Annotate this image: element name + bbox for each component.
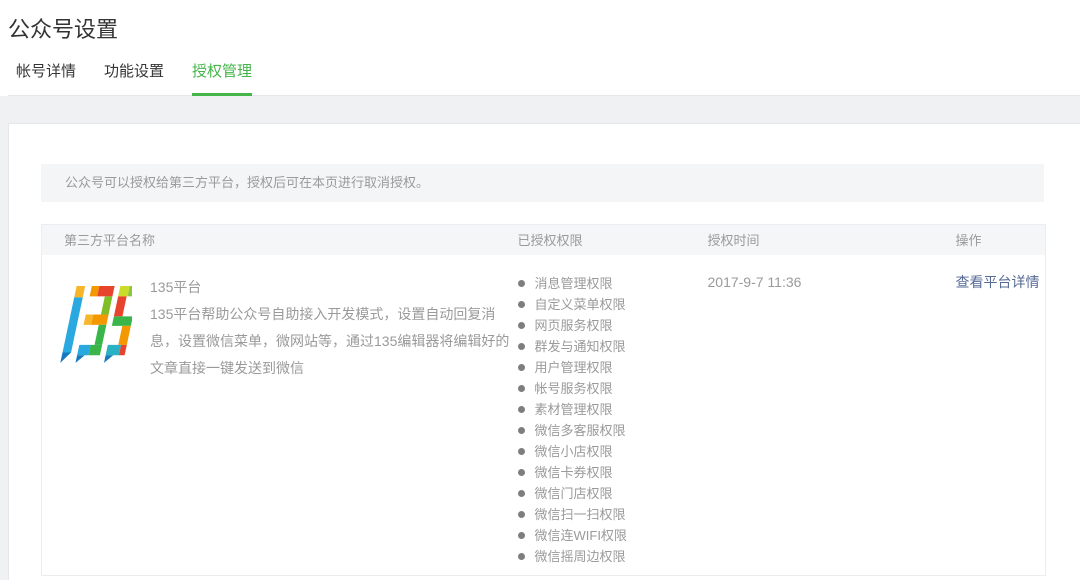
notice-bar: 公众号可以授权给第三方平台，授权后可在本页进行取消授权。 [41,164,1044,202]
platform-name: 135平台 [150,277,510,297]
permission-item: 微信连WIFI权限 [518,525,708,546]
col-header-platform-name: 第三方平台名称 [42,225,518,255]
platform-cell: 135平台 135平台帮助公众号自助接入开发模式，设置自动回复消息，设置微信菜单… [56,273,518,382]
permission-item: 微信卡券权限 [518,462,708,483]
page-title: 公众号设置 [8,15,1080,45]
permission-item: 微信门店权限 [518,483,708,504]
authorized-platforms-table: 第三方平台名称 已授权权限 授权时间 操作 [41,224,1046,576]
permission-item: 帐号服务权限 [518,378,708,399]
permission-item: 群发与通知权限 [518,336,708,357]
permission-list: 消息管理权限 自定义菜单权限 网页服务权限 群发与通知权限 用户管理权限 帐号服… [518,273,708,567]
platform-description: 135平台帮助公众号自助接入开发模式，设置自动回复消息，设置微信菜单，微网站等，… [150,301,510,382]
bullet-icon [518,406,525,413]
permission-item: 素材管理权限 [518,399,708,420]
permission-item: 消息管理权限 [518,273,708,294]
page-body: 公众号可以授权给第三方平台，授权后可在本页进行取消授权。 第三方平台名称 已授权… [0,96,1080,580]
tab-account-details[interactable]: 帐号详情 [16,62,76,95]
col-header-authorized-permissions: 已授权权限 [518,225,708,255]
permission-item: 微信摇周边权限 [518,546,708,567]
bullet-icon [518,511,525,518]
bullet-icon [518,532,525,539]
platform-135-logo-icon [56,278,132,368]
view-platform-details-link[interactable]: 查看平台详情 [956,273,1040,292]
col-header-auth-time: 授权时间 [708,225,948,255]
bullet-icon [518,280,525,287]
bullet-icon [518,322,525,329]
page-header: 公众号设置 帐号详情 功能设置 授权管理 [0,0,1080,96]
authorization-panel: 公众号可以授权给第三方平台，授权后可在本页进行取消授权。 第三方平台名称 已授权… [8,123,1080,580]
auth-time: 2017-9-7 11:36 [708,273,948,292]
tabbar: 帐号详情 功能设置 授权管理 [8,62,1080,96]
permission-item: 网页服务权限 [518,315,708,336]
permission-item: 用户管理权限 [518,357,708,378]
bullet-icon [518,364,525,371]
tab-function-settings[interactable]: 功能设置 [104,62,164,95]
col-header-actions: 操作 [948,225,1046,255]
bullet-icon [518,490,525,497]
bullet-icon [518,553,525,560]
table-row: 135平台 135平台帮助公众号自助接入开发模式，设置自动回复消息，设置微信菜单… [42,255,1046,576]
platform-text: 135平台 135平台帮助公众号自助接入开发模式，设置自动回复消息，设置微信菜单… [150,277,510,382]
bullet-icon [518,343,525,350]
permission-item: 微信多客服权限 [518,420,708,441]
tab-authorization-management[interactable]: 授权管理 [192,62,252,95]
bullet-icon [518,427,525,434]
bullet-icon [518,448,525,455]
permission-item: 自定义菜单权限 [518,294,708,315]
bullet-icon [518,301,525,308]
bullet-icon [518,385,525,392]
table-header-row: 第三方平台名称 已授权权限 授权时间 操作 [42,225,1046,255]
bullet-icon [518,469,525,476]
permission-item: 微信扫一扫权限 [518,504,708,525]
permission-item: 微信小店权限 [518,441,708,462]
